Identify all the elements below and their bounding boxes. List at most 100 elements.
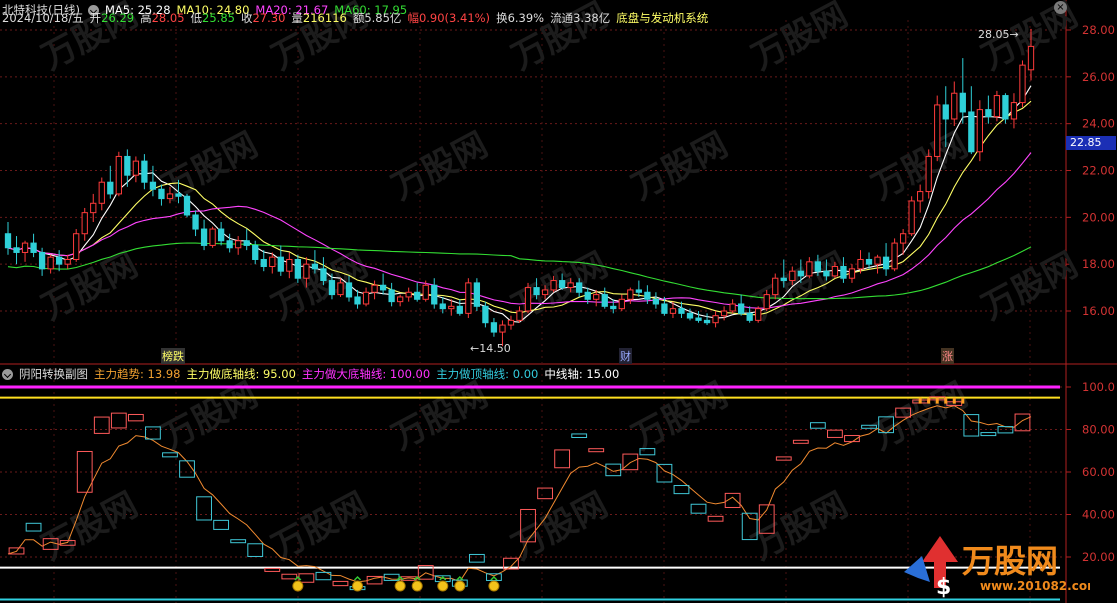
candle-body <box>311 263 319 270</box>
candle <box>124 149 131 187</box>
yang-box <box>554 449 571 469</box>
main-chart-svg[interactable]: 28.00 26.00 24.00 22.00 20.00 18.00 16.00 100.0… <box>0 0 1117 603</box>
candle-body <box>686 312 694 319</box>
candle-body <box>490 322 498 333</box>
candle-body <box>337 282 344 296</box>
coin-body <box>437 580 449 592</box>
candle-body <box>64 258 71 265</box>
tag-cai[interactable]: 财 <box>619 348 632 364</box>
tag-bangdie[interactable]: 榜跌 <box>161 348 185 364</box>
candle-body <box>47 256 54 270</box>
candle-body <box>644 291 651 300</box>
candle <box>217 222 225 246</box>
volume-label: 量 <box>291 11 303 25</box>
candle-body <box>678 308 685 314</box>
indicator-axis-label: 40.00 <box>1082 508 1115 522</box>
candle-body <box>899 233 907 244</box>
candle-body <box>81 212 88 235</box>
candle-body <box>405 291 412 298</box>
candle-body <box>303 263 310 279</box>
candle <box>695 311 702 323</box>
candle-body <box>269 256 276 268</box>
yang-box <box>537 487 553 500</box>
candle <box>30 233 37 258</box>
candle-body <box>755 308 762 321</box>
candle-body <box>823 270 830 277</box>
watermark-text: 万股网 <box>625 125 734 208</box>
candle <box>362 287 370 307</box>
yin-box <box>809 422 826 429</box>
candle-body <box>831 266 839 277</box>
candle-body <box>780 277 787 282</box>
peak-signal-bar <box>918 397 922 404</box>
candle-body <box>235 240 242 249</box>
candle <box>473 278 481 311</box>
candle <box>21 240 29 262</box>
price-axis-label: 22.00 <box>1082 164 1115 178</box>
candle-body <box>985 109 992 118</box>
yin-box <box>571 433 588 438</box>
candle-body <box>1002 95 1009 120</box>
indicator-dropdown-icon[interactable] <box>2 368 13 380</box>
candle <box>81 207 88 241</box>
coin-body <box>454 580 466 592</box>
candle <box>47 254 54 274</box>
coin-body <box>411 580 423 592</box>
tag-zhang[interactable]: 涨 <box>941 348 954 364</box>
open-value: 26.29 <box>101 11 135 25</box>
coin-leaf <box>490 575 498 581</box>
close-group: 收27.30 <box>241 10 285 26</box>
candle-body <box>13 247 20 253</box>
quote-line: 2024/10/18/五 开26.29 高28.05 低25.85 收27.30… <box>0 8 708 28</box>
candle-body <box>618 298 625 310</box>
candle <box>601 287 608 309</box>
candle-body <box>669 308 677 314</box>
candle-body <box>209 228 216 246</box>
candle-body <box>703 319 711 324</box>
chart-window: 28.00 26.00 24.00 22.00 20.00 18.00 16.00 100.0… <box>0 0 1117 603</box>
coin-body <box>292 580 304 592</box>
candle-body <box>226 240 233 249</box>
price-axis-label: 28.00 <box>1082 23 1115 37</box>
candle-body <box>1019 64 1026 104</box>
volume-value: 216116 <box>302 11 347 25</box>
current-price-tag: 22.85 <box>1066 136 1116 150</box>
candle-body <box>840 266 847 279</box>
candle-body <box>158 188 165 200</box>
candle-body <box>797 270 804 277</box>
ma10-line <box>7 100 1032 316</box>
candle <box>209 226 216 248</box>
candle <box>73 229 80 262</box>
candle <box>507 315 515 330</box>
candle-body <box>772 277 779 296</box>
indicator-axis-label: 80.00 <box>1082 423 1115 437</box>
candle-body <box>277 256 284 272</box>
candle-body <box>183 195 191 216</box>
candle-body <box>124 155 131 176</box>
candle-body <box>848 268 856 279</box>
candle <box>13 236 20 265</box>
candle-body <box>30 242 37 253</box>
candle-body <box>746 312 753 321</box>
yin-box <box>690 503 707 514</box>
candle <box>141 154 148 190</box>
sector-name[interactable]: 底盘与发动机系统 <box>616 10 708 26</box>
low-value: 25.85 <box>202 11 235 25</box>
price-axis-label: 20.00 <box>1082 210 1115 224</box>
candle <box>490 318 498 337</box>
candle <box>388 282 395 307</box>
buy-signal-icon <box>488 575 500 592</box>
candle-body <box>712 315 719 324</box>
low-label: 低 <box>190 11 203 25</box>
candle <box>951 81 958 127</box>
candle-body <box>993 95 1001 118</box>
buy-signal-icon <box>352 575 364 592</box>
close-icon[interactable]: × <box>1054 1 1067 14</box>
indicator-title[interactable]: 阴阳转换副图 <box>19 366 88 382</box>
candle-body <box>934 104 941 157</box>
watermark-text: 万股网 <box>745 245 854 328</box>
candle-body <box>1010 102 1018 120</box>
candle <box>652 292 660 309</box>
candle <box>286 252 293 279</box>
candle-body <box>294 258 301 279</box>
